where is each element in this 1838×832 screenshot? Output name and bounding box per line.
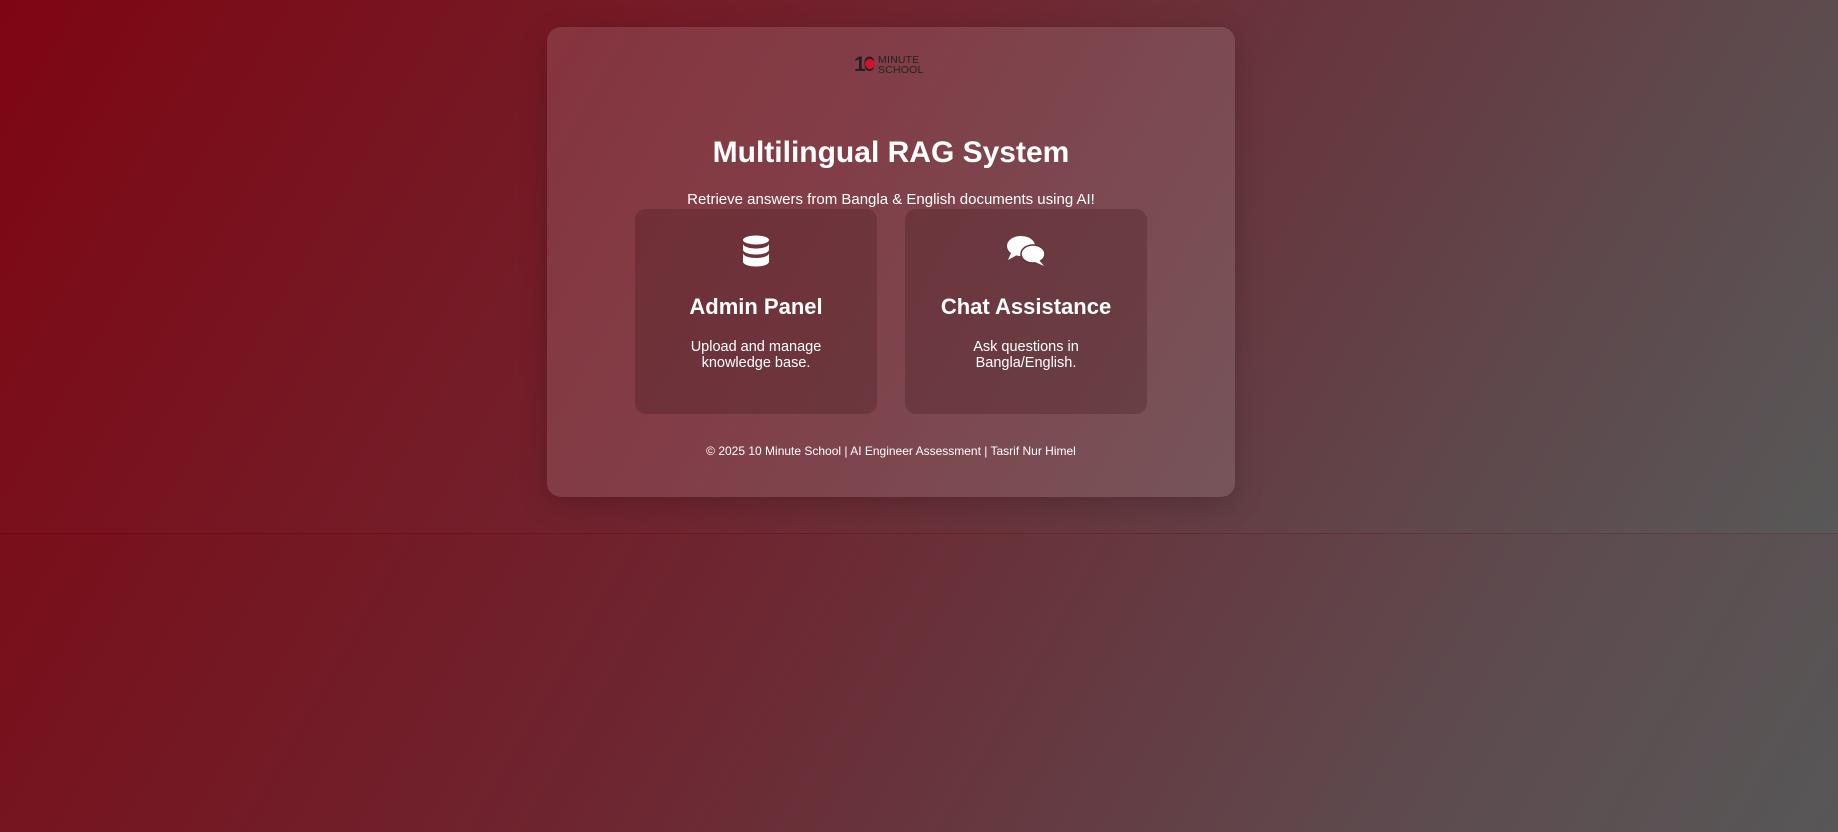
admin-panel-title: Admin Panel xyxy=(689,294,823,319)
main-card: 10 MINUTE SCHOOL Multilingual RAG System… xyxy=(547,27,1235,497)
brand-logo: 10 MINUTE SCHOOL xyxy=(854,52,930,78)
comments-icon xyxy=(905,235,1147,269)
chat-assistance-description: Ask questions in Bangla/English. xyxy=(973,339,1079,371)
page-subtitle: Retrieve answers from Bangla & English d… xyxy=(687,191,1095,208)
logo-wordmark: MINUTE SCHOOL xyxy=(878,55,924,76)
admin-panel-description: Upload and manage knowledge base. xyxy=(690,339,822,371)
page-title: Multilingual RAG System xyxy=(712,136,1070,169)
chat-assistance-card[interactable]: Chat Assistance Ask questions in Bangla/… xyxy=(905,209,1147,414)
admin-panel-card[interactable]: Admin Panel Upload and manage knowledge … xyxy=(635,209,877,414)
footer-text: © 2025 10 Minute School | AI Engineer As… xyxy=(706,444,1076,458)
database-icon xyxy=(635,235,877,269)
logo-word-bottom: SCHOOL xyxy=(878,64,924,76)
logo-dot xyxy=(865,59,875,69)
chat-assistance-title: Chat Assistance xyxy=(940,294,1112,319)
